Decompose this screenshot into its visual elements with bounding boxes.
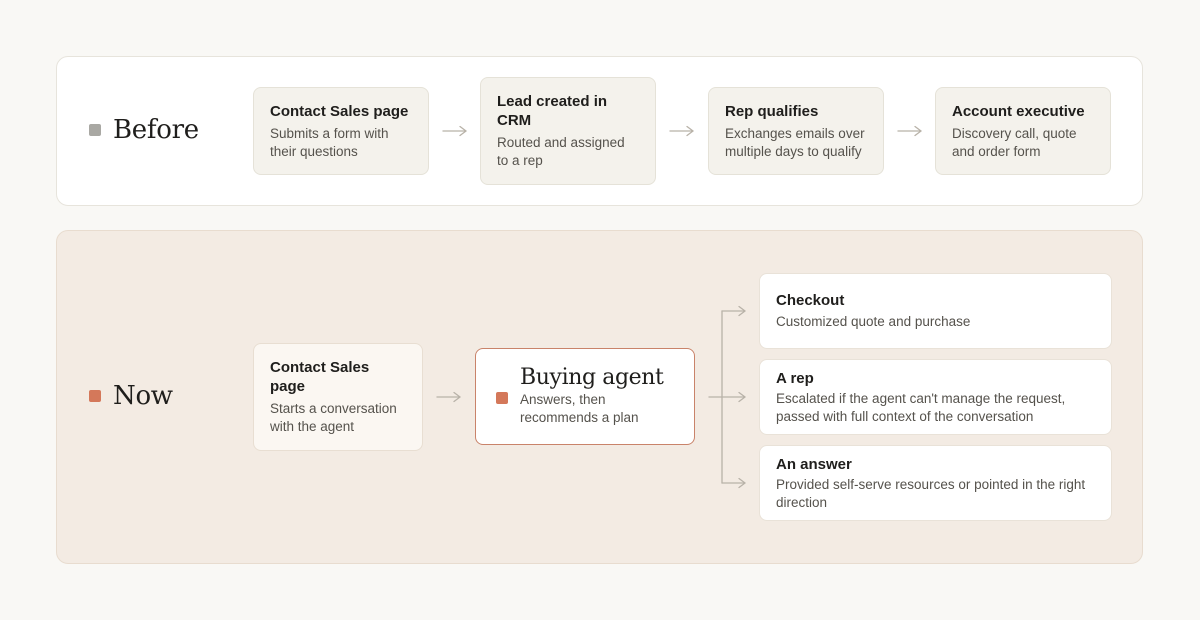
flow-connectors	[436, 125, 922, 489]
arrow-icon	[669, 125, 694, 137]
arrow-icon	[442, 125, 467, 137]
arrow-icon	[897, 125, 922, 137]
branch-connector	[708, 305, 746, 489]
arrow-icon	[436, 391, 461, 403]
